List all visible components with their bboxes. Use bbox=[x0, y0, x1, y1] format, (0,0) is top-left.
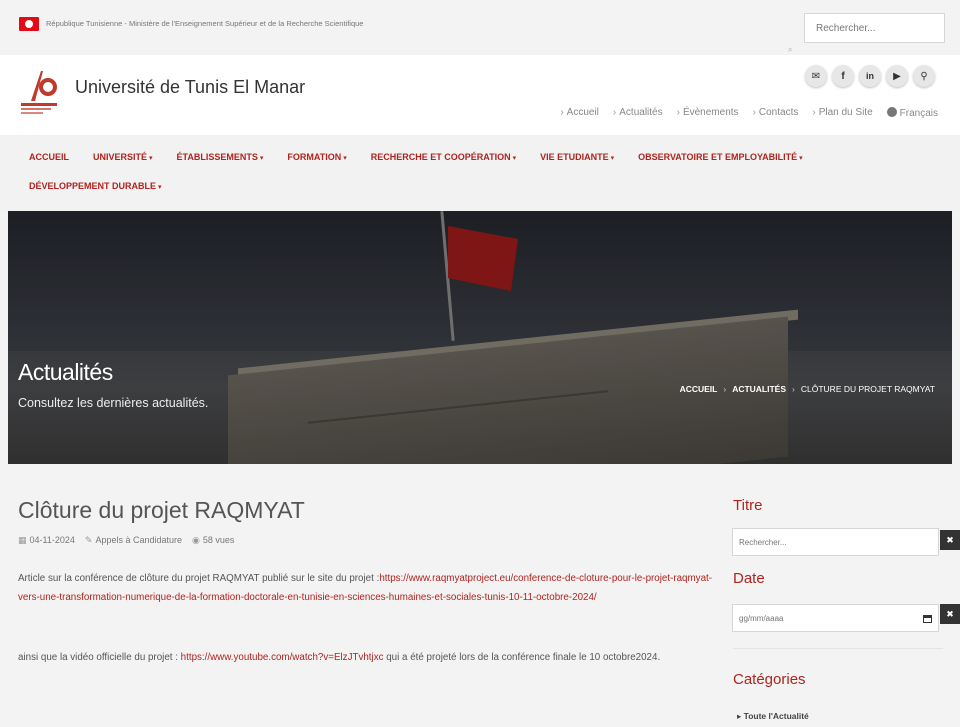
nav-item-formation[interactable]: FORMATION ▾ bbox=[287, 152, 346, 162]
article-paragraph-2: ainsi que la vidéo officielle du projet … bbox=[18, 652, 661, 663]
caret-down-icon: ▾ bbox=[158, 184, 162, 191]
hero-banner: Actualités Consultez les dernières actua… bbox=[8, 211, 952, 464]
page-title: Actualités bbox=[18, 359, 113, 385]
caret-down-icon: ▾ bbox=[149, 155, 153, 162]
article-title: Clôture du projet RAQMYAT bbox=[18, 497, 305, 523]
titre-heading: Titre bbox=[733, 497, 763, 514]
globe-icon bbox=[886, 107, 897, 117]
caret-down-icon: ▾ bbox=[799, 155, 803, 162]
page-subtitle: Consultez les dernières actualités. bbox=[18, 396, 209, 410]
youtube-link[interactable]: https://www.youtube.com/watch?v=ElzJTvht… bbox=[181, 652, 384, 663]
clear-date-button[interactable]: ✖ bbox=[940, 604, 960, 624]
main-navigation: ACCUEIL UNIVERSITÉ ▾ ÉTABLISSEMENTS ▾ FORM… bbox=[0, 135, 960, 211]
site-header: Université de Tunis El Manar ✉ f in ▶ ⚲ … bbox=[0, 55, 960, 135]
caret-down-icon: ▾ bbox=[610, 155, 615, 162]
breadcrumb-actualites[interactable]: ACTUALITÉS bbox=[732, 384, 786, 394]
caret-down-icon: ▾ bbox=[512, 155, 517, 162]
nav-item-universite[interactable]: UNIVERSITÉ ▾ bbox=[93, 152, 153, 162]
nav-item-recherche[interactable]: RECHERCHE ET COOPÉRATION ▾ bbox=[371, 152, 516, 162]
facebook-icon[interactable]: f bbox=[832, 65, 854, 87]
header-link-actualites[interactable]: › Actualités bbox=[613, 107, 663, 119]
language-switcher[interactable]: Français bbox=[886, 107, 938, 119]
clear-titre-button[interactable]: ✖ bbox=[940, 530, 960, 550]
social-links: ✉ f in ▶ ⚲ bbox=[805, 65, 935, 87]
header-link-evenements[interactable]: › Évènements bbox=[677, 107, 739, 119]
nav-item-vie-etudiante[interactable]: VIE ETUDIANTE ▾ bbox=[540, 152, 614, 162]
article-views: ◉ 58 vues bbox=[192, 535, 235, 545]
caret-down-icon: ▾ bbox=[343, 155, 347, 162]
categories-heading: Catégories bbox=[733, 671, 806, 688]
ministry-text: République Tunisienne - Ministère de l'E… bbox=[46, 19, 364, 28]
youtube-icon[interactable]: ▶ bbox=[886, 65, 908, 87]
date-heading: Date bbox=[733, 570, 765, 587]
search-input[interactable] bbox=[804, 13, 945, 43]
calendar-icon: ▦ bbox=[18, 535, 27, 545]
map-pin-icon[interactable]: ⚲ bbox=[913, 65, 935, 87]
nav-item-etablissements[interactable]: ÉTABLISSEMENTS ▾ bbox=[177, 152, 264, 162]
nav-item-developpement-durable[interactable]: DÉVELOPPEMENT DURABLE ▾ bbox=[29, 181, 162, 191]
nav-item-accueil[interactable]: ACCUEIL bbox=[29, 152, 69, 162]
nav-item-observatoire[interactable]: OBSERVATOIRE ET EMPLOYABILITÉ ▾ bbox=[638, 152, 803, 162]
breadcrumb-current: CLÔTURE DU PROJET RAQMYAT bbox=[800, 384, 935, 394]
envelope-icon[interactable]: ✉ bbox=[805, 65, 827, 87]
site-title[interactable]: Université de Tunis El Manar bbox=[75, 77, 305, 98]
titre-search-input[interactable] bbox=[732, 528, 939, 556]
tag-icon: ✎ bbox=[84, 535, 93, 545]
header-link-accueil[interactable]: › Accueil bbox=[560, 107, 599, 119]
header-link-contacts[interactable]: › Contacts bbox=[753, 107, 799, 119]
article-paragraph-1: Article sur la conférence de clôture du … bbox=[18, 573, 712, 603]
article-category[interactable]: ✎ Appels à Candidature bbox=[85, 535, 182, 546]
university-logo[interactable] bbox=[17, 65, 63, 117]
eye-icon: ◉ bbox=[192, 535, 200, 545]
header-links: › Accueil › Actualités › Évènements › Contac… bbox=[560, 107, 938, 119]
search-icon[interactable]: ⌕ bbox=[788, 45, 792, 55]
article-meta: ▦ 04-11-2024 ✎ Appels à Candidature ◉ 58 vu… bbox=[18, 535, 234, 546]
caret-right-icon: ▸ bbox=[737, 711, 744, 721]
linkedin-icon[interactable]: in bbox=[859, 65, 881, 87]
header-link-plan-du-site[interactable]: › Plan du Site bbox=[812, 107, 872, 119]
tunisia-flag-icon bbox=[19, 17, 39, 31]
caret-down-icon: ▾ bbox=[259, 155, 264, 162]
breadcrumb: ACCUEIL › ACTUALITÉS › CLÔTURE DU PROJET… bbox=[679, 384, 935, 394]
calendar-picker-icon[interactable] bbox=[923, 615, 932, 623]
category-item[interactable]: ▸ Toute l'Actualité bbox=[737, 711, 809, 722]
breadcrumb-accueil[interactable]: ACCUEIL bbox=[680, 384, 718, 394]
date-input[interactable] bbox=[732, 604, 939, 632]
top-bar: République Tunisienne - Ministère de l'E… bbox=[0, 0, 960, 55]
article-date: ▦ 04-11-2024 bbox=[18, 535, 75, 545]
